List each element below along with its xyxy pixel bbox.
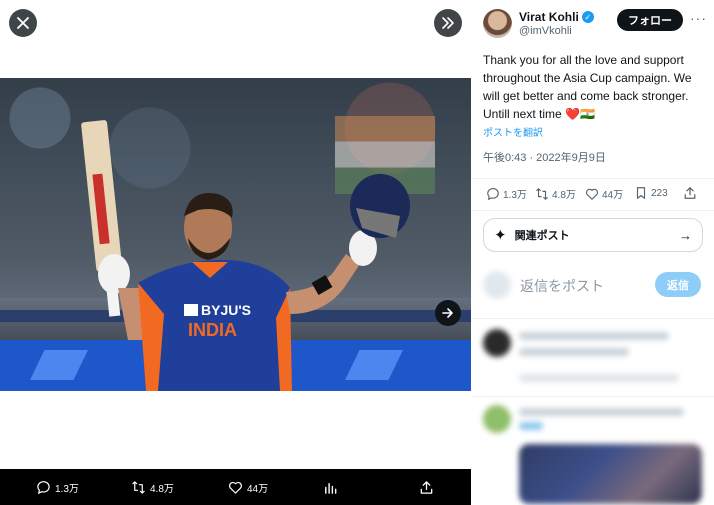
bookmark-count: 223 — [651, 187, 668, 199]
author-handle[interactable]: @imVkohli — [519, 25, 572, 37]
media-like-button[interactable]: 44万 — [228, 469, 268, 505]
current-user-avatar — [483, 271, 511, 299]
bookmark-icon — [636, 187, 646, 199]
post-timestamp[interactable]: 午後0:43 · 2022年9月9日 — [483, 149, 606, 165]
arrow-right-icon — [442, 308, 453, 318]
reply-composer: 返信をポスト 返信 — [483, 271, 708, 299]
reply-avatar — [483, 405, 511, 433]
media-views-button[interactable] — [323, 469, 338, 505]
close-icon — [17, 17, 29, 29]
tweet-text: Thank you for all the love and support t… — [483, 53, 692, 121]
expand-button[interactable] — [434, 9, 462, 37]
divider — [471, 178, 714, 179]
divider — [471, 396, 714, 397]
reply-avatar — [483, 329, 511, 357]
arrow-right-icon: → — [679, 227, 692, 243]
heart-icon — [229, 481, 242, 494]
sparkle-icon: ✦ — [494, 227, 507, 244]
repost-count: 4.8万 — [552, 190, 576, 201]
media-like-count: 44万 — [247, 483, 269, 495]
reply-item[interactable] — [471, 326, 714, 396]
media-share-button[interactable] — [419, 469, 434, 505]
media-action-bar: 1.3万 4.8万 44万 — [0, 469, 471, 505]
media-repost-count: 4.8万 — [150, 483, 174, 495]
reply-submit-button[interactable]: 返信 — [655, 272, 701, 297]
more-options-icon[interactable]: ··· — [690, 10, 707, 26]
bookmark-button[interactable]: 223 — [634, 186, 668, 200]
avatar[interactable] — [483, 9, 512, 38]
follow-button[interactable]: フォロー — [617, 9, 683, 31]
svg-text:INDIA: INDIA — [188, 320, 237, 340]
divider — [471, 210, 714, 211]
share-icon — [684, 187, 696, 199]
tweet-photo[interactable]: BYJU'S INDIA — [0, 78, 471, 391]
tweet-detail-panel: Virat Kohli ✓ @imVkohli フォロー ··· Thank y… — [471, 0, 714, 505]
like-count: 44万 — [602, 190, 624, 201]
engagement-bar: 1.3万 4.8万 44万 223 — [483, 186, 708, 206]
svg-text:BYJU'S: BYJU'S — [201, 302, 251, 318]
reply-count: 1.3万 — [503, 190, 527, 201]
repost-button[interactable]: 4.8万 — [535, 186, 576, 201]
media-viewer: BYJU'S INDIA 1.3万 4.8万 44万 — [0, 0, 471, 505]
verified-badge-icon: ✓ — [581, 11, 594, 23]
media-repost-button[interactable]: 4.8万 — [131, 469, 174, 505]
reply-button[interactable]: 1.3万 — [486, 186, 527, 201]
author-name: Virat Kohli — [519, 10, 579, 24]
heart-icon — [585, 188, 599, 200]
related-posts-button[interactable]: ✦ 関連ポスト → — [483, 218, 703, 252]
translate-post-link[interactable]: ポストを翻訳 — [483, 124, 543, 139]
share-button[interactable] — [683, 186, 697, 200]
close-button[interactable] — [9, 9, 37, 37]
reply-item[interactable] — [471, 402, 714, 505]
divider — [471, 318, 714, 319]
next-media-button[interactable] — [435, 300, 461, 326]
media-reply-count: 1.3万 — [55, 483, 79, 495]
repost-icon — [132, 480, 145, 494]
author-name-row[interactable]: Virat Kohli ✓ — [519, 10, 594, 24]
reply-icon — [37, 480, 50, 494]
reply-image — [519, 444, 702, 504]
related-posts-label: 関連ポスト — [514, 230, 570, 242]
reply-input[interactable]: 返信をポスト — [520, 276, 604, 296]
repost-icon — [536, 187, 548, 200]
analytics-icon — [325, 482, 337, 494]
share-icon — [420, 480, 433, 494]
double-chevron-right-icon — [442, 17, 454, 29]
like-button[interactable]: 44万 — [585, 186, 623, 201]
cricketer-figure: BYJU'S INDIA — [81, 120, 410, 391]
media-reply-button[interactable]: 1.3万 — [36, 469, 79, 505]
reply-icon — [487, 187, 499, 200]
